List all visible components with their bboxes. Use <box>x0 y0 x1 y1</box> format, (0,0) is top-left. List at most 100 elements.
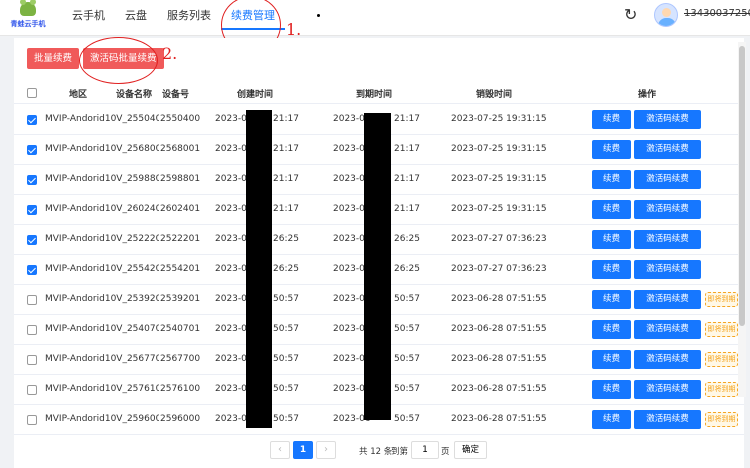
nav-item-service-list[interactable]: 服务列表 <box>157 0 221 36</box>
expires-time-cell: 50:57 <box>394 324 420 334</box>
page-1-button[interactable]: 1 <box>293 441 313 459</box>
device-name-cell: MVIP-Andorid10V_2554201 <box>45 264 159 274</box>
created-time-cell: 21:17 <box>273 204 299 214</box>
row-checkbox[interactable] <box>27 355 37 365</box>
select-all-checkbox[interactable] <box>27 88 37 98</box>
created-time-cell: 50:57 <box>273 294 299 304</box>
renew-button[interactable]: 续费 <box>592 410 631 429</box>
activation-code-renew-button[interactable]: 激活码续费 <box>634 140 701 159</box>
renew-button[interactable]: 续费 <box>592 260 631 279</box>
expires-time-cell: 50:57 <box>394 354 420 364</box>
renew-button[interactable]: 续费 <box>592 140 631 159</box>
created-time-cell: 50:57 <box>273 354 299 364</box>
row-checkbox[interactable] <box>27 115 37 125</box>
page-suffix: 页 <box>441 447 450 457</box>
renew-button[interactable]: 续费 <box>592 320 631 339</box>
goto-label: 到第 <box>391 447 409 457</box>
device-name-cell: MVIP-Andorid10V_2539201 <box>45 294 159 304</box>
expires-time-cell: 50:57 <box>394 384 420 394</box>
activation-code-renew-button[interactable]: 激活码续费 <box>634 380 701 399</box>
prev-page-button[interactable]: ‹ <box>270 441 290 459</box>
activation-code-renew-button[interactable]: 激活码续费 <box>634 110 701 129</box>
activation-code-renew-button[interactable]: 激活码续费 <box>634 260 701 279</box>
expires-time-cell: 21:17 <box>394 174 420 184</box>
redaction-bar-created <box>246 110 272 428</box>
device-name-cell: MVIP-Andorid10V_2567700 <box>45 354 159 364</box>
device-name-cell: MVIP-Andorid10V_2540701 <box>45 324 159 334</box>
batch-renew-button[interactable]: 批量续费 <box>27 48 80 69</box>
row-checkbox[interactable] <box>27 295 37 305</box>
destroy-time-cell: 2023-07-27 07:36:23 <box>451 264 547 274</box>
renew-button[interactable]: 续费 <box>592 290 631 309</box>
scrollbar-thumb[interactable] <box>739 46 745 326</box>
activation-code-renew-button[interactable]: 激活码续费 <box>634 410 701 429</box>
app-logo[interactable]: 青蛙云手机 <box>8 0 48 34</box>
destroy-time-cell: 2023-07-25 19:31:15 <box>451 114 547 124</box>
created-time-cell: 50:57 <box>273 324 299 334</box>
created-time-cell: 21:17 <box>273 114 299 124</box>
expires-time-cell: 50:57 <box>394 294 420 304</box>
header-region: 地区 <box>69 90 88 100</box>
renew-button[interactable]: 续费 <box>592 110 631 129</box>
expiring-soon-badge: 即将到期 <box>705 322 738 337</box>
activation-code-renew-button[interactable]: 激活码续费 <box>634 350 701 369</box>
nav-item-cloud-phone[interactable]: 云手机 <box>62 0 115 36</box>
expiring-soon-badge: 即将到期 <box>705 352 738 367</box>
expires-time-cell: 26:25 <box>394 234 420 244</box>
annotation-circle-2 <box>79 37 158 84</box>
row-checkbox[interactable] <box>27 235 37 245</box>
renewal-panel: 批量续费 激活码批量续费 地区 设备名称 设备号 创建时间 到期时间 销毁时间 … <box>14 38 744 468</box>
row-checkbox[interactable] <box>27 385 37 395</box>
next-page-button[interactable]: › <box>316 441 336 459</box>
device-name-cell: MVIP-Andorid10V_2522201 <box>45 234 159 244</box>
device-no-cell: 2539201 <box>160 294 201 304</box>
device-name-cell: MVIP-Andorid10V_2550400 <box>45 114 159 124</box>
device-name-cell: MVIP-Andorid10V_2568001 <box>45 144 159 154</box>
row-checkbox[interactable] <box>27 175 37 185</box>
activation-code-renew-button[interactable]: 激活码续费 <box>634 290 701 309</box>
device-no-cell: 2567700 <box>160 354 201 364</box>
header-destroy: 销毁时间 <box>476 90 513 100</box>
row-checkbox[interactable] <box>27 325 37 335</box>
device-no-cell: 2554201 <box>160 264 201 274</box>
nav-item-cloud-disk[interactable]: 云盘 <box>115 0 157 36</box>
row-checkbox[interactable] <box>27 265 37 275</box>
avatar[interactable] <box>654 3 678 27</box>
header-device-no: 设备号 <box>162 90 190 100</box>
header-device-name: 设备名称 <box>116 90 153 100</box>
row-checkbox[interactable] <box>27 415 37 425</box>
activation-code-renew-button[interactable]: 激活码续费 <box>634 170 701 189</box>
activation-code-renew-button[interactable]: 激活码续费 <box>634 200 701 219</box>
device-no-cell: 2598801 <box>160 174 201 184</box>
renew-button[interactable]: 续费 <box>592 170 631 189</box>
row-checkbox[interactable] <box>27 205 37 215</box>
destroy-time-cell: 2023-06-28 07:51:55 <box>451 354 547 364</box>
activation-code-renew-button[interactable]: 激活码续费 <box>634 320 701 339</box>
renew-button[interactable]: 续费 <box>592 200 631 219</box>
total-count: 共 12 条 <box>359 447 393 457</box>
expires-time-cell: 21:17 <box>394 114 420 124</box>
row-checkbox[interactable] <box>27 145 37 155</box>
goto-page-input[interactable] <box>411 441 439 459</box>
refresh-icon[interactable]: ↻ <box>624 5 637 24</box>
device-no-cell: 2540701 <box>160 324 201 334</box>
annotation-number-1: 1. <box>286 20 302 39</box>
renew-button[interactable]: 续费 <box>592 350 631 369</box>
device-name-cell: MVIP-Andorid10V_2576100 <box>45 384 159 394</box>
renew-button[interactable]: 续费 <box>592 380 631 399</box>
destroy-time-cell: 2023-07-25 19:31:15 <box>451 174 547 184</box>
created-time-cell: 21:17 <box>273 174 299 184</box>
expiring-soon-badge: 即将到期 <box>705 292 738 307</box>
created-time-cell: 21:17 <box>273 144 299 154</box>
activation-code-renew-button[interactable]: 激活码续费 <box>634 230 701 249</box>
header-expires: 到期时间 <box>356 90 393 100</box>
destroy-time-cell: 2023-06-28 07:51:55 <box>451 324 547 334</box>
created-time-cell: 50:57 <box>273 384 299 394</box>
goto-confirm-button[interactable]: 确定 <box>454 441 487 459</box>
frog-logo-icon <box>20 0 36 16</box>
header-created: 创建时间 <box>237 90 274 100</box>
destroy-time-cell: 2023-06-28 07:51:55 <box>451 414 547 424</box>
stray-dot <box>317 14 320 17</box>
renew-button[interactable]: 续费 <box>592 230 631 249</box>
username[interactable]: 13430037250 <box>684 8 750 19</box>
